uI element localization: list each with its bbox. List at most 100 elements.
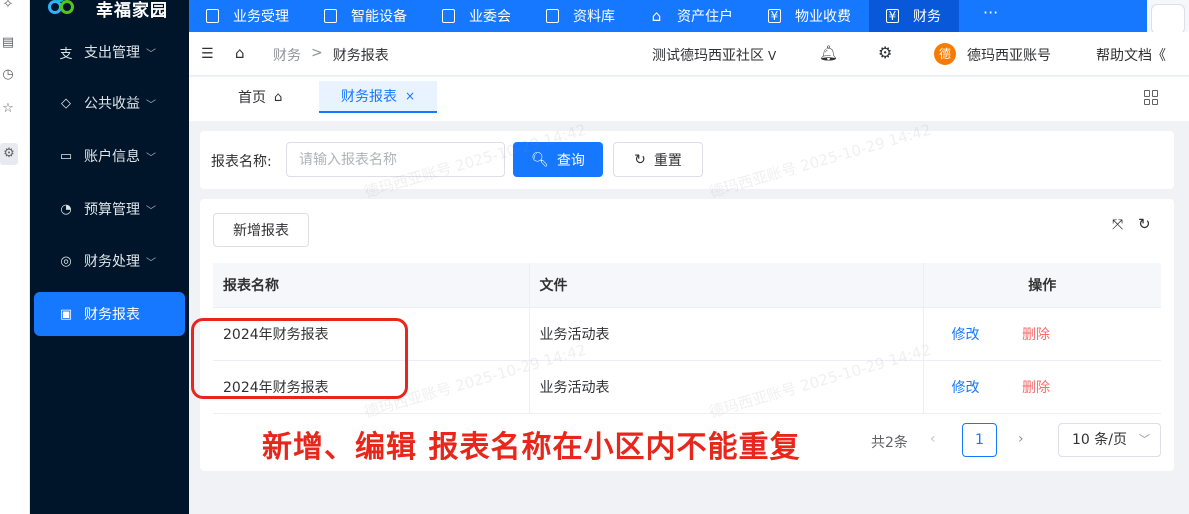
header-bar: ☰ ⌂ 财务 > 财务报表 测试德玛西亚社区 V 🔔︎ ⚙ 德 德玛西亚账号 帮助… [189, 32, 1189, 76]
grid-icon[interactable] [1144, 90, 1159, 105]
nav-label: 物业收费 [795, 9, 851, 25]
shield-icon: ◇ [61, 95, 71, 111]
nav-business[interactable]: 业务受理 [189, 0, 307, 32]
pin-icon[interactable]: ✧ [0, 0, 16, 14]
bell-icon[interactable]: 🔔︎ [819, 44, 838, 62]
nav-smart-device[interactable]: 智能设备 [307, 0, 425, 32]
page-size-value: 10 条/页 [1072, 432, 1127, 448]
tab-label: 财务报表 [341, 89, 397, 105]
breadcrumb-separator: > [311, 45, 323, 61]
monitor-icon[interactable]: ▤ [0, 34, 16, 52]
sidebar-item-label: 账户信息 [84, 149, 140, 165]
sidebar-item-label: 支出管理 [84, 45, 140, 61]
sidebar-item-public-income[interactable]: ◇ 公共收益 ﹀ [34, 81, 185, 125]
annotation-text: 新增、编辑 报表名称在小区内不能重复 [262, 430, 801, 465]
sidebar-item-expense[interactable]: 支 支出管理 ﹀ [34, 30, 185, 74]
chevron-down-icon: ﹀ [146, 205, 156, 217]
library-icon [546, 9, 559, 23]
breadcrumb-parent[interactable]: 财务 [273, 45, 301, 65]
avatar[interactable]: 德 [934, 43, 956, 65]
app-logo: 幸福家园 [44, 0, 168, 22]
committee-icon [442, 9, 455, 23]
nav-label: 资料库 [573, 9, 615, 25]
edit-link[interactable]: 修改 [952, 324, 980, 344]
reset-button[interactable]: ↻ 重置 [613, 142, 703, 177]
add-report-button[interactable]: 新增报表 [213, 213, 309, 247]
cell-actions: 修改 删除 [923, 307, 1161, 361]
report-name-input[interactable] [286, 142, 505, 177]
help-docs-link[interactable]: 帮助文档《 [1096, 45, 1166, 65]
account-name[interactable]: 德玛西亚账号 [967, 45, 1051, 65]
nav-library[interactable]: 资料库 [529, 0, 633, 32]
nav-property-fee[interactable]: ¥ 物业收费 [751, 0, 869, 32]
home-icon: ⌂ [651, 6, 662, 25]
chevron-down-icon: ﹀ [146, 257, 156, 269]
window-control[interactable] [1151, 4, 1185, 34]
sidebar-item-budget[interactable]: ◔ 预算管理 ﹀ [34, 187, 185, 231]
edit-link[interactable]: 修改 [952, 377, 980, 397]
breadcrumb-current: 财务报表 [332, 48, 389, 64]
pie-chart-icon: ◔ [60, 201, 72, 217]
table-row: 2024年财务报表 业务活动表 修改 删除 [213, 307, 1161, 361]
sidebar-item-finance-report[interactable]: ▣ 财务报表 [34, 292, 185, 336]
clock-icon[interactable]: ◷ [0, 66, 16, 84]
home-icon[interactable]: ⌂ [235, 44, 245, 62]
finance-icon: ¥ [886, 9, 899, 23]
cell-report-name: 2024年财务报表 [213, 360, 530, 414]
page-size-select[interactable]: 10 条/页 ﹀ [1058, 423, 1161, 457]
page-button-current[interactable]: 1 [962, 423, 997, 457]
nav-more-icon[interactable]: ··· [959, 0, 1022, 32]
chevron-left-icon[interactable]: ‹ [930, 431, 936, 447]
delete-link[interactable]: 删除 [1022, 324, 1050, 344]
settings-icon[interactable]: ⚙ [0, 143, 18, 165]
star-icon[interactable]: ☆ [0, 100, 16, 118]
query-button[interactable]: 🔍︎ 查询 [513, 142, 603, 177]
tabs-bar: 首页 ⌂ 财务报表 × [189, 77, 1189, 121]
sidebar: 幸福家园 支 支出管理 ﹀ ◇ 公共收益 ﹀ ▭ 账户信息 ﹀ ◔ 预算管理 ﹀… [30, 0, 189, 514]
nav-label: 资产住户 [677, 9, 733, 25]
table-header-row: 报表名称 文件 操作 [213, 263, 1161, 308]
sidebar-item-account-info[interactable]: ▭ 账户信息 ﹀ [34, 134, 185, 178]
chevron-right-icon[interactable]: › [1018, 431, 1024, 447]
chevron-down-icon: V [768, 49, 777, 63]
nav-assets[interactable]: ⌂ 资产住户 [633, 0, 751, 32]
menu-fold-icon[interactable]: ☰ [201, 46, 214, 62]
expense-icon: 支 [59, 46, 73, 62]
process-icon: ◎ [60, 253, 72, 269]
sidebar-item-finance-processing[interactable]: ◎ 财务处理 ﹀ [34, 239, 185, 283]
report-name-label: 报表名称: [211, 154, 272, 170]
chevron-down-icon: ﹀ [1139, 433, 1150, 446]
report-table: 报表名称 文件 操作 2024年财务报表 业务活动表 修改 删除 2024年财务… [213, 263, 1161, 414]
close-icon[interactable]: × [405, 89, 415, 103]
tab-finance-report[interactable]: 财务报表 × [319, 81, 438, 113]
home-icon: ⌂ [274, 89, 283, 105]
column-header-file: 文件 [529, 263, 924, 308]
sidebar-item-label: 预算管理 [84, 202, 140, 218]
breadcrumb: 财务 > 财务报表 [273, 45, 389, 65]
sidebar-item-label: 公共收益 [84, 96, 140, 112]
column-header-actions: 操作 [923, 263, 1161, 308]
fullscreen-icon[interactable]: ⤧ [1112, 217, 1123, 233]
chevron-down-icon: ﹀ [146, 99, 156, 111]
logo-icon [44, 0, 78, 22]
search-form: 报表名称: 🔍︎ 查询 ↻ 重置 [200, 131, 1174, 189]
app-name: 幸福家园 [96, 0, 168, 21]
fee-icon: ¥ [768, 9, 781, 23]
community-selector[interactable]: 测试德玛西亚社区 V [652, 45, 776, 65]
table-row: 2024年财务报表 业务活动表 修改 删除 [213, 360, 1161, 414]
nav-label: 业务受理 [233, 9, 289, 25]
tab-home[interactable]: 首页 ⌂ [216, 81, 304, 113]
chevron-down-icon: ﹀ [146, 48, 156, 60]
nav-label: 财务 [913, 9, 941, 25]
gear-icon[interactable]: ⚙ [878, 43, 892, 62]
refresh-icon[interactable]: ↻ [1138, 215, 1151, 233]
nav-committee[interactable]: 业委会 [425, 0, 529, 32]
nav-label: 业委会 [469, 9, 511, 25]
pagination-total: 共2条 [871, 435, 908, 451]
sidebar-item-label: 财务处理 [84, 254, 140, 270]
delete-link[interactable]: 删除 [1022, 377, 1050, 397]
community-name: 测试德玛西亚社区 [652, 48, 764, 64]
nav-label: 智能设备 [351, 9, 407, 25]
nav-finance[interactable]: ¥ 财务 [869, 0, 959, 32]
tab-label: 首页 [238, 90, 266, 106]
